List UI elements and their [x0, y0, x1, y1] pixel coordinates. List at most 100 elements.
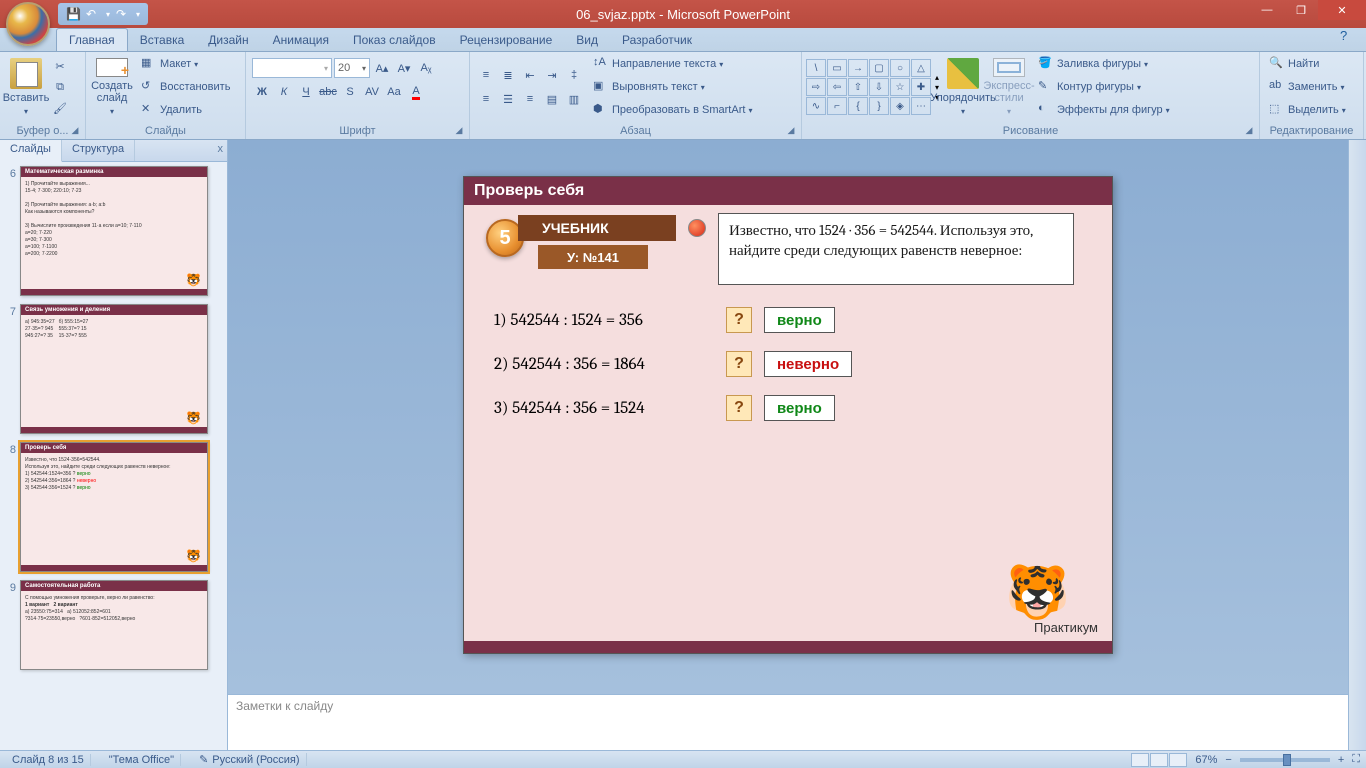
- shape-arr-l[interactable]: ⇦: [827, 78, 847, 96]
- shape-arr-u[interactable]: ⇧: [848, 78, 868, 96]
- arrange-button[interactable]: Упорядочить ▾: [941, 55, 985, 119]
- question-button-3[interactable]: ?: [726, 395, 752, 421]
- sorter-view-button[interactable]: [1150, 753, 1168, 767]
- bullets-button[interactable]: ≡: [476, 65, 496, 85]
- reset-button[interactable]: ↺Восстановить: [136, 76, 235, 98]
- replace-button[interactable]: abЗаменить▾: [1264, 76, 1359, 98]
- zoom-slider[interactable]: [1240, 758, 1330, 762]
- clear-format-button[interactable]: Aᵪ: [416, 58, 436, 78]
- find-button[interactable]: 🔍Найти: [1264, 53, 1359, 75]
- cut-button[interactable]: ✂: [50, 56, 70, 76]
- bold-button[interactable]: Ж: [252, 82, 272, 102]
- italic-button[interactable]: К: [274, 82, 294, 102]
- question-button-2[interactable]: ?: [726, 351, 752, 377]
- delete-slide-button[interactable]: ✕Удалить: [136, 99, 235, 121]
- slide-thumbnail-7[interactable]: Связь умножения и деления а) 945:35=2727…: [20, 304, 208, 434]
- shape-more[interactable]: ⋯: [911, 97, 931, 115]
- thumbnail-list[interactable]: 6 Математическая разминка 1) Прочитайте …: [0, 162, 227, 750]
- shape-curve[interactable]: ∿: [806, 97, 826, 115]
- change-case-button[interactable]: Aa: [384, 82, 404, 102]
- quick-styles-button[interactable]: Экспресс-стили ▾: [987, 55, 1031, 119]
- redo-icon[interactable]: ↷: [116, 7, 130, 21]
- shape-brace2[interactable]: }: [869, 97, 889, 115]
- underline-button[interactable]: Ч: [296, 82, 316, 102]
- shadow-button[interactable]: S: [340, 82, 360, 102]
- paragraph-launcher[interactable]: ◢: [785, 125, 797, 137]
- office-button[interactable]: [6, 2, 54, 50]
- shape-line[interactable]: \: [806, 59, 826, 77]
- tab-insert[interactable]: Вставка: [128, 29, 197, 51]
- status-language[interactable]: ✎Русский (Россия): [193, 753, 307, 766]
- decrease-indent-button[interactable]: ⇤: [520, 65, 540, 85]
- shape-effects-button[interactable]: ◐Эффекты для фигур▾: [1033, 99, 1175, 121]
- shapes-gallery[interactable]: \ ▭ → ▢ ○ △ ⇨ ⇦ ⇧ ⇩ ☆ ✚ ∿ ⌐ { } ◈ ⋯: [806, 59, 931, 115]
- undo-dropdown[interactable]: ▾: [106, 10, 110, 19]
- tab-developer[interactable]: Разработчик: [610, 29, 704, 51]
- tab-animation[interactable]: Анимация: [261, 29, 341, 51]
- clipboard-launcher[interactable]: ◢: [69, 125, 81, 137]
- close-button[interactable]: ✕: [1318, 0, 1366, 20]
- current-slide[interactable]: Проверь себя 5 УЧЕБНИК У: №141 Известно,…: [463, 176, 1113, 654]
- format-painter-button[interactable]: 🖌: [50, 98, 70, 118]
- slideshow-view-button[interactable]: [1169, 753, 1187, 767]
- columns-button[interactable]: ▥: [564, 89, 584, 109]
- numbering-button[interactable]: ≣: [498, 65, 518, 85]
- zoom-level[interactable]: 67%: [1195, 754, 1217, 766]
- tab-review[interactable]: Рецензирование: [448, 29, 565, 51]
- minimize-button[interactable]: —: [1250, 0, 1284, 20]
- char-spacing-button[interactable]: AV: [362, 82, 382, 102]
- font-color-button[interactable]: A: [406, 82, 426, 102]
- shape-tri[interactable]: △: [911, 59, 931, 77]
- shape-brace[interactable]: {: [848, 97, 868, 115]
- align-right-button[interactable]: ≡: [520, 89, 540, 109]
- shape-rect[interactable]: ▭: [827, 59, 847, 77]
- shape-outline-button[interactable]: ✎Контур фигуры▾: [1033, 76, 1175, 98]
- slide-thumbnail-8[interactable]: Проверь себя Известно, что 1524·356=5425…: [20, 442, 208, 572]
- select-button[interactable]: ⬚Выделить▾: [1264, 99, 1359, 121]
- shrink-font-button[interactable]: A▾: [394, 58, 414, 78]
- zoom-out-button[interactable]: −: [1225, 754, 1231, 766]
- paste-dropdown[interactable]: ▾: [24, 107, 28, 116]
- shape-callout[interactable]: ◈: [890, 97, 910, 115]
- zoom-in-button[interactable]: +: [1338, 754, 1344, 766]
- smartart-button[interactable]: ⬢Преобразовать в SmartArt▾: [588, 99, 757, 121]
- shape-conn[interactable]: ⌐: [827, 97, 847, 115]
- vertical-scrollbar[interactable]: [1348, 140, 1366, 750]
- maximize-button[interactable]: ❐: [1284, 0, 1318, 20]
- grow-font-button[interactable]: A▴: [372, 58, 392, 78]
- slide-thumbnail-9[interactable]: Самостоятельная работа С помощью умножен…: [20, 580, 208, 670]
- align-left-button[interactable]: ≡: [476, 89, 496, 109]
- undo-icon[interactable]: ↶: [86, 7, 100, 21]
- line-spacing-button[interactable]: ‡: [564, 65, 584, 85]
- save-icon[interactable]: 💾: [66, 7, 80, 21]
- shape-arrow[interactable]: →: [848, 59, 868, 77]
- justify-button[interactable]: ▤: [542, 89, 562, 109]
- paste-button[interactable]: Вставить ▾: [4, 55, 48, 119]
- normal-view-button[interactable]: [1131, 753, 1149, 767]
- tab-view[interactable]: Вид: [564, 29, 610, 51]
- drawing-launcher[interactable]: ◢: [1243, 125, 1255, 137]
- copy-button[interactable]: ⧉: [50, 77, 70, 97]
- align-center-button[interactable]: ☰: [498, 89, 518, 109]
- help-icon[interactable]: ?: [1340, 28, 1360, 48]
- increase-indent-button[interactable]: ⇥: [542, 65, 562, 85]
- align-text-button[interactable]: ▣Выровнять текст▾: [588, 76, 757, 98]
- tab-design[interactable]: Дизайн: [196, 29, 260, 51]
- shape-fill-button[interactable]: 🪣Заливка фигуры▾: [1033, 53, 1175, 75]
- tab-slideshow[interactable]: Показ слайдов: [341, 29, 448, 51]
- question-button-1[interactable]: ?: [726, 307, 752, 333]
- shape-rect2[interactable]: ▢: [869, 59, 889, 77]
- qat-customize[interactable]: ▾: [136, 10, 140, 19]
- strike-button[interactable]: abc: [318, 82, 338, 102]
- panel-tab-slides[interactable]: Слайды: [0, 140, 62, 162]
- shape-arr-r[interactable]: ⇨: [806, 78, 826, 96]
- panel-close-button[interactable]: x: [218, 143, 224, 155]
- shape-oval[interactable]: ○: [890, 59, 910, 77]
- font-launcher[interactable]: ◢: [453, 125, 465, 137]
- font-size-combo[interactable]: 20▾: [334, 58, 370, 78]
- slide-canvas[interactable]: Проверь себя 5 УЧЕБНИК У: №141 Известно,…: [228, 140, 1348, 694]
- tab-home[interactable]: Главная: [56, 28, 128, 51]
- slide-thumbnail-6[interactable]: Математическая разминка 1) Прочитайте вы…: [20, 166, 208, 296]
- font-family-combo[interactable]: ▾: [252, 58, 332, 78]
- shape-arr-d[interactable]: ⇩: [869, 78, 889, 96]
